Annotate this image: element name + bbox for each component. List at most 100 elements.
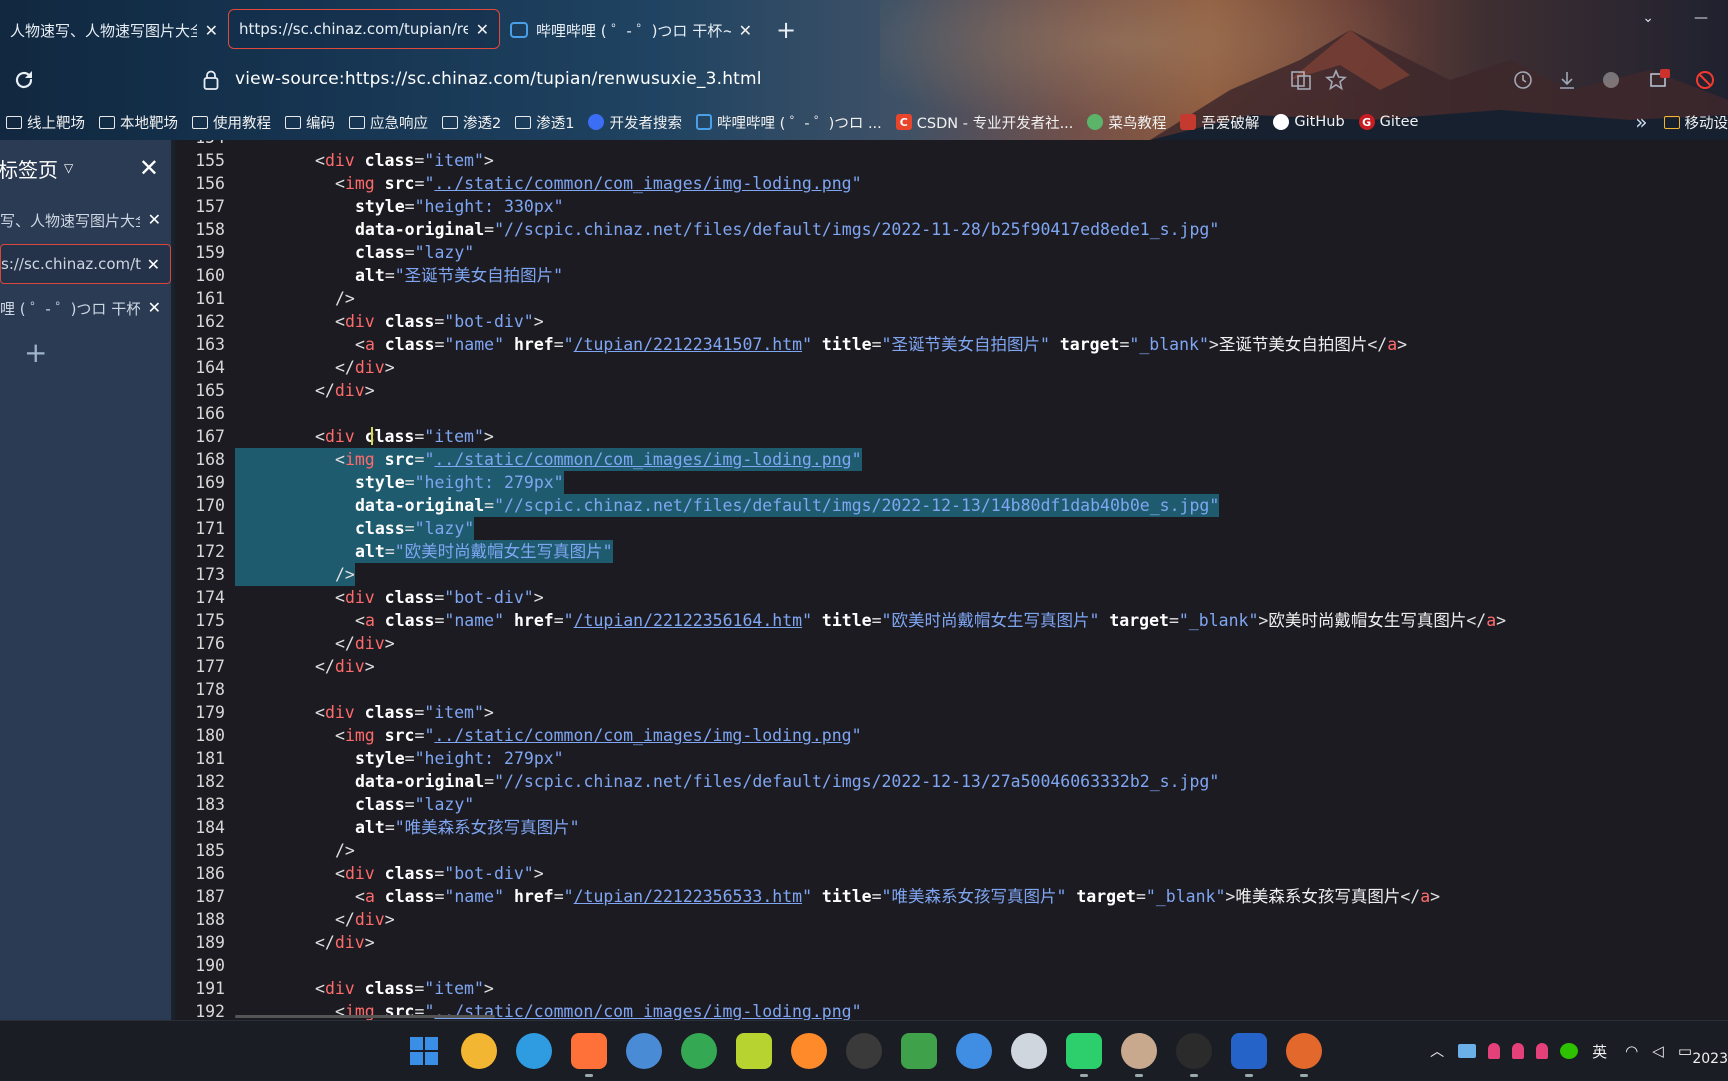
chevron-down-icon[interactable]: ▽: [64, 161, 73, 175]
bookmark-folder[interactable]: 本地靶场: [99, 112, 178, 133]
bookmark-link[interactable]: 开发者搜索: [588, 112, 682, 133]
close-icon[interactable]: ✕: [139, 154, 159, 182]
chevron-up-icon[interactable]: ︿: [1430, 1041, 1444, 1061]
code-token: "欧美时尚戴帽女生写真图片": [395, 542, 613, 561]
globe-icon[interactable]: [1011, 1033, 1047, 1069]
code-token: title: [812, 887, 872, 906]
super-app-icon[interactable]: [846, 1033, 882, 1069]
code-token: />: [335, 289, 355, 308]
code-token[interactable]: ../static/common/com_images/img-loding.p…: [434, 174, 851, 193]
network-tray-icon[interactable]: [1458, 1044, 1476, 1058]
url-input[interactable]: view-source:https://sc.chinaz.com/tupian…: [235, 69, 762, 89]
terminal-icon[interactable]: [1176, 1033, 1212, 1069]
tab-chinaz-source[interactable]: https://sc.chinaz.com/tupian/ren ✕: [228, 9, 500, 49]
tab-bilibili[interactable]: 哔哩哔哩 ( ゜- ゜)つロ 干杯~-bili ✕: [500, 8, 762, 52]
code-token[interactable]: ../static/common/com_images/img-loding.p…: [434, 1002, 851, 1020]
pycharm-icon[interactable]: [1066, 1033, 1102, 1069]
code-token: title: [812, 611, 872, 630]
add-tab-button[interactable]: +: [24, 336, 171, 369]
new-tab-button[interactable]: +: [762, 8, 810, 52]
bookmark-link[interactable]: CCSDN - 专业开发者社...: [896, 112, 1074, 133]
volume-icon[interactable]: ◁: [1652, 1042, 1664, 1060]
lock-icon[interactable]: [203, 70, 219, 90]
bookmark-folder[interactable]: 线上靶场: [6, 112, 85, 133]
chevron-down-icon[interactable]: ⌄: [1642, 10, 1654, 26]
code-token[interactable]: /tupian/22122341507.htm: [574, 335, 802, 354]
music-icon[interactable]: [736, 1033, 772, 1069]
source-line: 160alt="圣诞节美女自拍图片": [175, 264, 1728, 287]
bookmark-label: 哔哩哔哩 ( ゜- ゜)つロ ...: [717, 112, 882, 133]
bookmarks-overflow-button[interactable]: »: [1635, 110, 1647, 134]
sidebar-tab-active[interactable]: s://sc.chinaz.com/tu ✕: [0, 244, 171, 284]
bird-app-icon[interactable]: [956, 1033, 992, 1069]
star-icon[interactable]: [1325, 69, 1347, 91]
file-explorer-icon[interactable]: [461, 1033, 497, 1069]
code-token[interactable]: /tupian/22122356533.htm: [574, 887, 802, 906]
notification-icon[interactable]: [1648, 69, 1670, 91]
close-icon[interactable]: ✕: [148, 210, 161, 229]
close-icon[interactable]: ✕: [147, 255, 160, 274]
bookmark-link[interactable]: GGitee: [1359, 114, 1419, 130]
block-icon[interactable]: [1694, 69, 1716, 91]
ime-indicator[interactable]: 英: [1592, 1041, 1607, 1062]
code-token: "item": [424, 151, 484, 170]
line-number: 167: [175, 425, 225, 448]
bookmark-link[interactable]: 哔哩哔哩 ( ゜- ゜)つロ ...: [696, 112, 882, 133]
chromium-icon[interactable]: [626, 1033, 662, 1069]
code-token[interactable]: ../static/common/com_images/img-loding.p…: [434, 726, 851, 745]
close-icon[interactable]: ✕: [476, 20, 489, 39]
source-code: <div class="item">: [315, 701, 494, 724]
bookmark-folder[interactable]: 渗透2: [442, 112, 501, 133]
bookmark-link[interactable]: 吾爱破解: [1180, 112, 1259, 133]
sidebar-tab[interactable]: 写、人物速写图片大全 ✕: [0, 200, 171, 240]
bookmark-folder[interactable]: 使用教程: [192, 112, 271, 133]
sidebar-title[interactable]: 标签页: [0, 154, 58, 183]
firefox-icon[interactable]: [571, 1033, 607, 1069]
code-token[interactable]: /tupian/22122356164.htm: [574, 611, 802, 630]
bookmark-folder[interactable]: 应急响应: [349, 112, 428, 133]
code-token: div: [335, 933, 365, 952]
translate-icon[interactable]: [1290, 69, 1312, 91]
close-icon[interactable]: ✕: [205, 21, 218, 40]
app-tray-icon[interactable]: [1536, 1043, 1548, 1059]
chrome-icon[interactable]: [681, 1033, 717, 1069]
code-token: ": [852, 1002, 862, 1020]
code-token[interactable]: ../static/common/com_images/img-loding.p…: [434, 450, 851, 469]
minimize-icon[interactable]: —: [1694, 10, 1708, 26]
code-token: div: [335, 657, 365, 676]
code-token: "bot-div": [444, 312, 533, 331]
extension-icon[interactable]: [1600, 69, 1622, 91]
view-source-panel[interactable]: 154155<div class="item">156<img src="../…: [175, 140, 1728, 1020]
app-tray-icon[interactable]: [1488, 1043, 1500, 1059]
source-line: 180<img src="../static/common/com_images…: [175, 724, 1728, 747]
avatar-icon[interactable]: [1121, 1033, 1157, 1069]
history-icon[interactable]: [1512, 69, 1534, 91]
app-tray-icon[interactable]: [1512, 1043, 1524, 1059]
powershell-icon[interactable]: [1231, 1033, 1267, 1069]
bookmark-link[interactable]: 菜鸟教程: [1087, 112, 1166, 133]
battery-icon[interactable]: ▭: [1678, 1042, 1692, 1060]
bookmark-folder[interactable]: 编码: [285, 112, 335, 133]
tab-renwusuxie[interactable]: 人物速写、人物速写图片大全_站 ✕: [0, 8, 228, 52]
horizontal-scrollbar[interactable]: [235, 1015, 495, 1018]
wechat-icon[interactable]: [1560, 1043, 1578, 1059]
bookmark-folder[interactable]: 渗透1: [515, 112, 574, 133]
search-tool-icon[interactable]: [791, 1033, 827, 1069]
mobile-bookmarks[interactable]: 移动设: [1664, 112, 1728, 133]
network-globe-icon[interactable]: [901, 1033, 937, 1069]
sidebar-tab[interactable]: 哩 ( ゜- ゜)つロ 干杯~ ✕: [0, 288, 171, 328]
wifi-icon[interactable]: ◠: [1625, 1042, 1638, 1060]
close-icon[interactable]: ✕: [739, 21, 752, 40]
clock[interactable]: 2023: [1692, 1051, 1728, 1067]
code-token: =: [414, 979, 424, 998]
reload-icon[interactable]: [12, 68, 36, 92]
code-token: src: [375, 174, 415, 193]
office-icon[interactable]: [1286, 1033, 1322, 1069]
windows-start-icon[interactable]: [406, 1033, 442, 1069]
code-token: 圣诞节美女自拍图片: [1219, 335, 1368, 354]
bookmark-link[interactable]: GitHub: [1273, 114, 1344, 130]
download-icon[interactable]: [1556, 69, 1578, 91]
code-token: </: [315, 657, 335, 676]
edge-icon[interactable]: [516, 1033, 552, 1069]
close-icon[interactable]: ✕: [148, 298, 161, 317]
